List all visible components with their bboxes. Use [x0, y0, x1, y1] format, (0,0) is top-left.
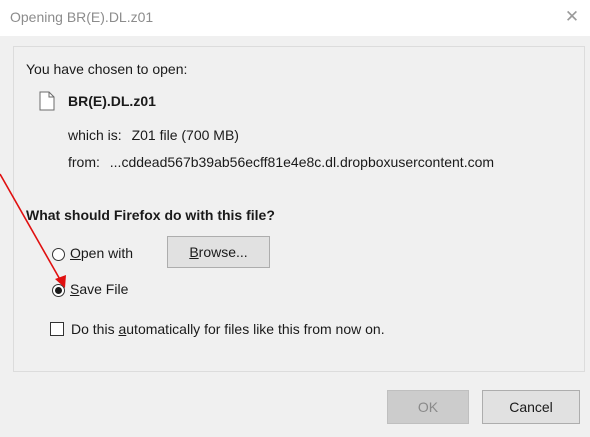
- file-icon: [39, 91, 55, 111]
- open-with-label[interactable]: Open with: [70, 245, 133, 261]
- open-with-radio[interactable]: [52, 248, 65, 261]
- action-question: What should Firefox do with this file?: [26, 207, 275, 223]
- download-dialog: Opening BR(E).DL.z01 ✕ You have chosen t…: [0, 0, 590, 437]
- browse-button[interactable]: Browse...: [167, 236, 270, 268]
- save-file-rest: ave File: [79, 281, 129, 297]
- save-file-radio[interactable]: [52, 284, 65, 297]
- auto-pre: Do this: [71, 321, 119, 337]
- close-icon[interactable]: ✕: [562, 6, 582, 28]
- file-type-value: Z01 file (700 MB): [131, 127, 239, 143]
- file-source-row: from: ...cddead567b39ab56ecff81e4e8c.dl.…: [68, 154, 494, 170]
- chosen-to-open-label: You have chosen to open:: [26, 61, 188, 77]
- ok-button[interactable]: OK: [387, 390, 469, 424]
- open-with-accel: O: [70, 245, 81, 261]
- browse-accel: B: [189, 244, 199, 260]
- auto-action-label[interactable]: Do this automatically for files like thi…: [71, 321, 385, 337]
- file-type-row: which is: Z01 file (700 MB): [68, 127, 239, 143]
- save-file-label[interactable]: Save File: [70, 281, 128, 297]
- file-name: BR(E).DL.z01: [68, 93, 156, 109]
- which-is-label: which is:: [68, 127, 122, 143]
- dialog-content: You have chosen to open: BR(E).DL.z01 wh…: [13, 46, 585, 372]
- window-title: Opening BR(E).DL.z01: [10, 9, 154, 25]
- title-bar: Opening BR(E).DL.z01 ✕: [0, 0, 590, 36]
- from-label: from:: [68, 154, 100, 170]
- auto-post: utomatically for files like this from no…: [126, 321, 385, 337]
- auto-action-checkbox[interactable]: [50, 322, 64, 336]
- save-file-accel: S: [70, 281, 80, 297]
- cancel-button[interactable]: Cancel: [482, 390, 580, 424]
- file-source-value: ...cddead567b39ab56ecff81e4e8c.dl.dropbo…: [109, 154, 495, 170]
- open-with-rest: pen with: [80, 245, 134, 261]
- browse-rest: rowse...: [198, 244, 248, 260]
